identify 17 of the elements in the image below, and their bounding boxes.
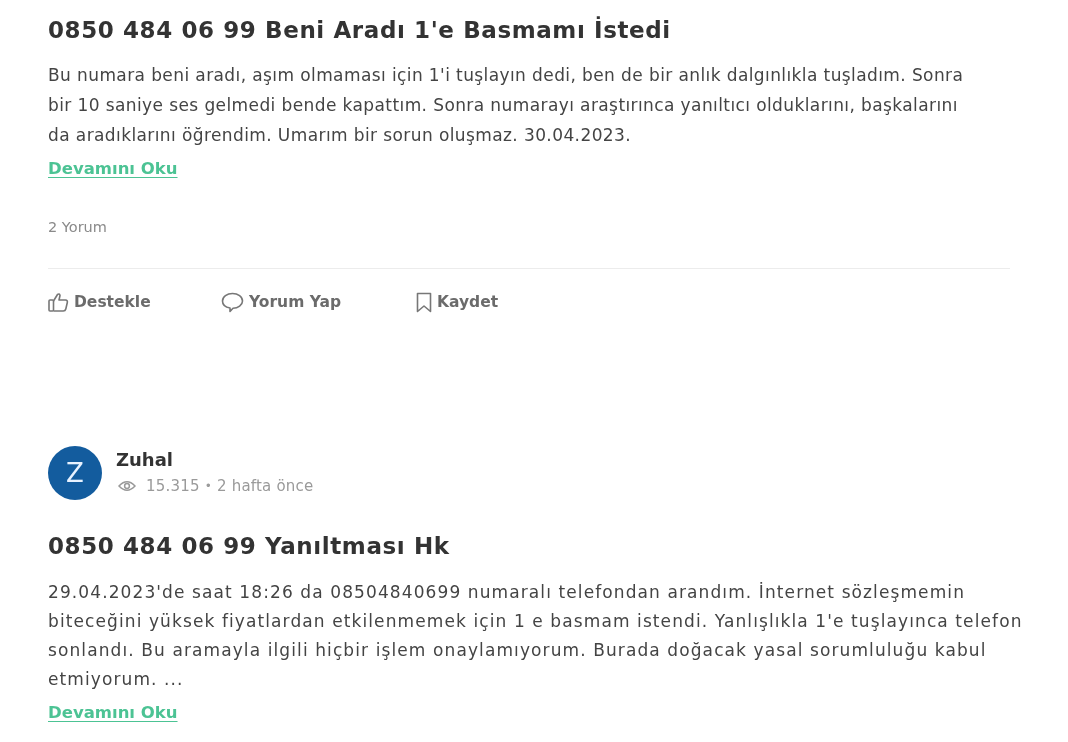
post-title[interactable]: 0850 484 06 99 Beni Aradı 1'e Basmamı İstedi bbox=[48, 15, 671, 45]
separator-dot: • bbox=[204, 477, 212, 495]
eye-icon bbox=[118, 479, 136, 492]
author-name[interactable]: Zuhal bbox=[116, 447, 173, 472]
avatar: Z bbox=[48, 446, 102, 500]
bookmark-icon bbox=[416, 291, 432, 313]
speech-bubble-icon bbox=[221, 291, 244, 313]
view-count: 15.315 bbox=[146, 475, 200, 496]
post-body: Bu numara beni aradı, aşım olmaması için 1'i tuşlayın dedi, ben de bir anlık dalgınlıkla tuşladım. Sonra bir 10 saniye ses gelmedi bende kapattım. Sonra numarayı araştırınca yanıltıcı olduklarını, başkalarını da aradıklarını öğrendim. Umarım bir sorun oluşmaz. 30.04.2023. bbox=[48, 64, 965, 147]
comment-button[interactable]: Yorum Yap bbox=[221, 290, 342, 314]
thumbs-up-icon bbox=[48, 292, 69, 312]
like-button[interactable]: Destekle bbox=[48, 290, 151, 314]
post-time: 2 hafta önce bbox=[216, 475, 314, 496]
comment-count[interactable]: 2 Yorum bbox=[48, 217, 107, 237]
post-title[interactable]: 0850 484 06 99 Yanıltması Hk bbox=[48, 531, 450, 561]
post-body: 29.04.2023'de saat 18:26 da 08504840699 numaralı telefondan arandım. İnternet sözleşmemin biteceğini yüksek fiyatlardan etkilenmemek için 1 e basmam istendi. Yanlışlıkla 1'e tuşlayınca telefon sonlandı. Bu aramayla ilgili hiçbir işlem onaylamıyorum. Burada doğacak yasal sorumluluğu kabul etmiyorum. ... bbox=[48, 581, 1023, 691]
save-button[interactable]: Kaydet bbox=[416, 290, 499, 314]
